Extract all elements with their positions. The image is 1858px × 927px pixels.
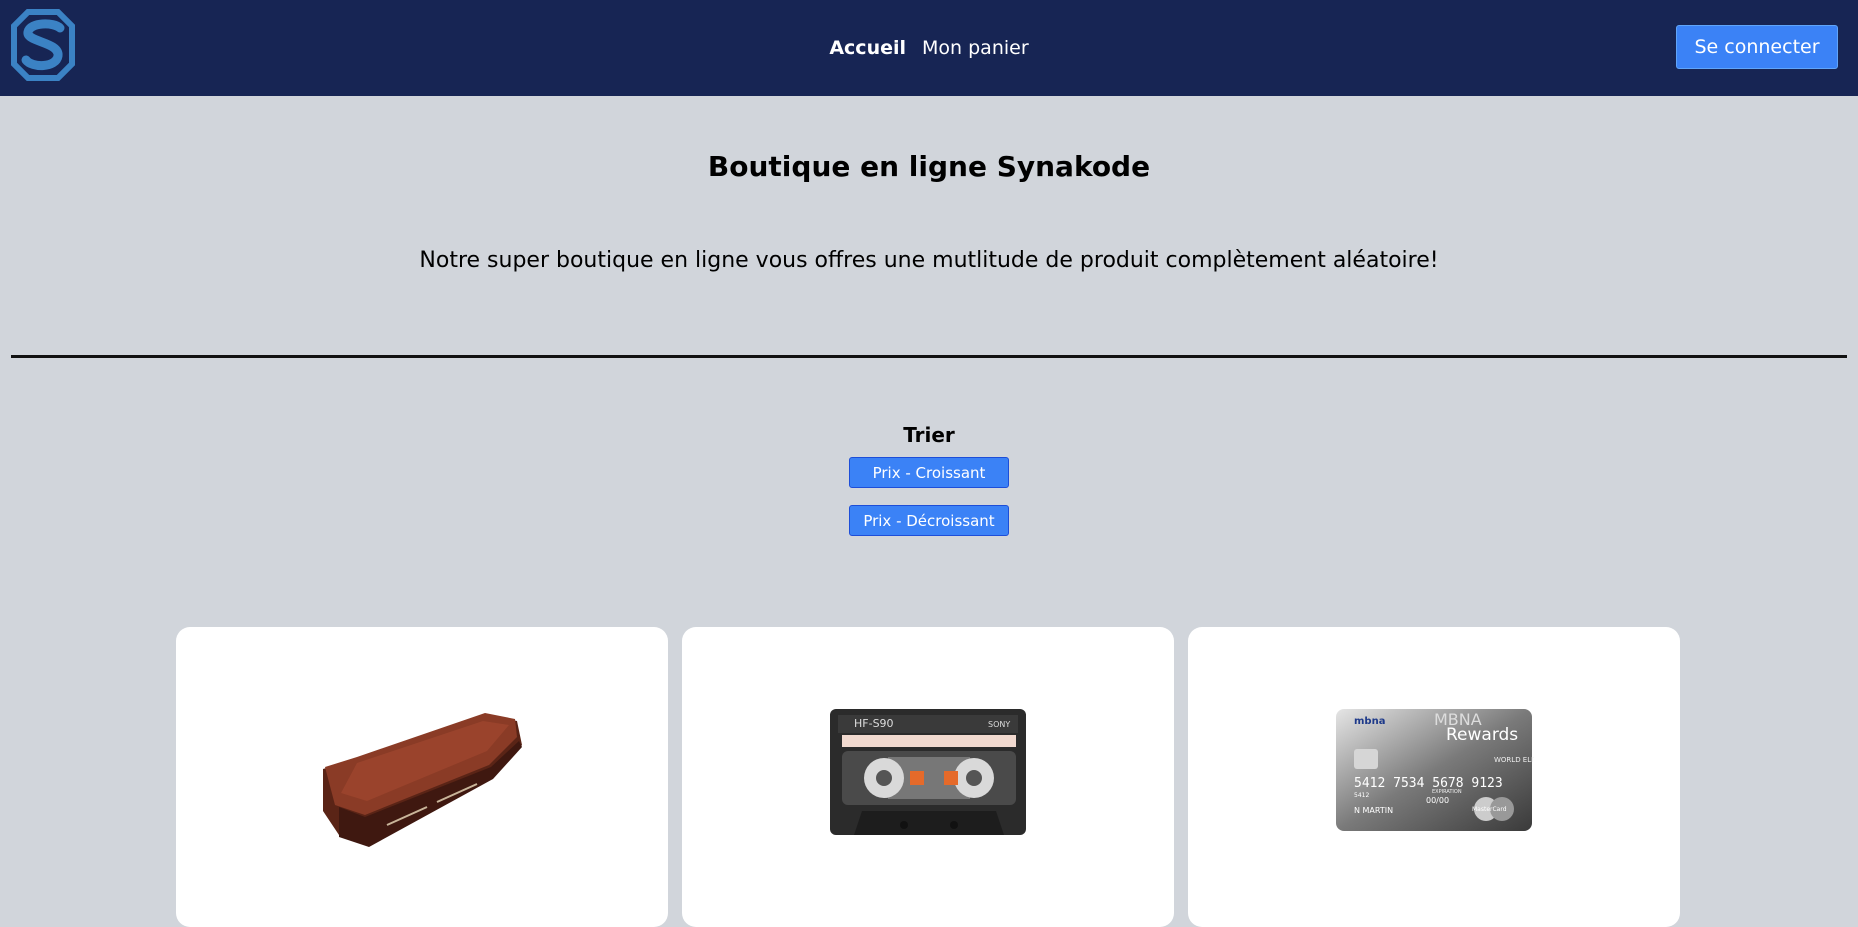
product-card[interactable]: mbna MBNA Rewards WORLD ELITE 5412 7534 … — [1188, 627, 1680, 927]
sort-title: Trier — [903, 423, 955, 447]
svg-text:SONY: SONY — [988, 720, 1010, 729]
card-prefix-text: 5412 — [1354, 792, 1369, 799]
coffin-icon — [323, 713, 522, 847]
hero-description: Notre super boutique en ligne vous offre… — [419, 248, 1439, 273]
card-holder-text: N MARTIN — [1354, 806, 1393, 815]
sort-price-desc-button[interactable]: Prix - Décroissant — [849, 505, 1009, 536]
sort-price-asc-button[interactable]: Prix - Croissant — [849, 457, 1009, 488]
cassette-tape-icon: HF-S90 SONY — [830, 709, 1026, 835]
login-button[interactable]: Se connecter — [1676, 25, 1838, 69]
main-nav: Accueil Mon panier — [829, 37, 1028, 59]
card-number-text: 5412 7534 5678 9123 — [1354, 776, 1503, 791]
synakode-logo-icon[interactable] — [10, 8, 76, 82]
card-program-text: Rewards — [1446, 725, 1518, 745]
nav-link-mon-panier[interactable]: Mon panier — [922, 37, 1029, 59]
card-bank-text: mbna — [1354, 716, 1385, 727]
card-expiry-text: 00/00 — [1426, 796, 1449, 805]
nav-link-accueil[interactable]: Accueil — [829, 37, 906, 59]
credit-card-icon: mbna MBNA Rewards WORLD ELITE 5412 7534 … — [1336, 709, 1534, 831]
page-title: Boutique en ligne Synakode — [707, 150, 1151, 183]
section-divider — [11, 355, 1847, 358]
svg-text:HF-S90: HF-S90 — [854, 717, 894, 730]
product-card[interactable]: HF-S90 SONY — [682, 627, 1174, 927]
navbar: Accueil Mon panier Se connecter — [0, 0, 1858, 96]
card-tier-text: WORLD ELITE — [1494, 756, 1534, 764]
card-expiry-label: EXPIRATION — [1432, 789, 1462, 795]
card-network-text: MasterCard — [1472, 806, 1507, 813]
product-card[interactable] — [176, 627, 668, 927]
